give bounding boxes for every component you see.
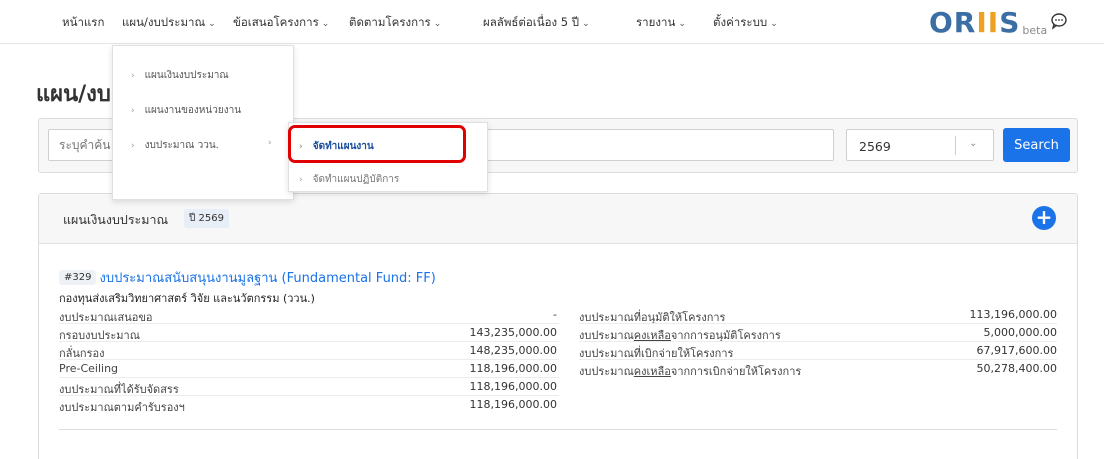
card-title: แผนเงินงบประมาณ: [63, 212, 169, 227]
logo-text-ii: II: [976, 6, 1000, 39]
dropdown-item-budget-plan[interactable]: › แผนเงินงบประมาณ: [131, 68, 229, 83]
right-row-label-text: งบประมาณ: [579, 365, 634, 378]
nav-tracking-label: ติดตามโครงการ: [349, 15, 431, 29]
dropdown-item-label: แผนงานของหน่วยงาน: [144, 105, 242, 116]
logo-text-s: S: [999, 6, 1021, 39]
budget-card: แผนเงินงบประมาณ ปี 2569 + #329 งบประมาณสน…: [38, 193, 1078, 459]
left-row-value: -: [553, 308, 557, 321]
card-bottom-divider: [59, 429, 1057, 430]
row-divider: [59, 341, 559, 342]
right-row-value: 5,000,000.00: [983, 326, 1057, 339]
row-divider: [59, 377, 559, 378]
dropdown-item-stri-budget[interactable]: › งบประมาณ ววน.: [131, 138, 219, 153]
chevron-right-icon: ›: [268, 138, 272, 148]
top-navbar: หน้าแรก แผน/งบประมาณ ⌄ ข้อเสนอโครงการ ⌄ ติ…: [0, 0, 1104, 44]
chevron-right-icon: ›: [131, 141, 135, 151]
row-divider: [579, 323, 1057, 324]
dropdown-item-label: งบประมาณ ววน.: [144, 140, 219, 151]
left-row-value: 118,196,000.00: [469, 398, 557, 411]
nav-plan-budget[interactable]: แผน/งบประมาณ ⌄: [122, 14, 216, 32]
left-row-value: 143,235,000.00: [469, 326, 557, 339]
oriis-logo[interactable]: ORIIS beta: [929, 6, 1047, 39]
row-divider: [579, 341, 1057, 342]
row-divider: [59, 323, 559, 324]
dropdown-item-unit-plan[interactable]: › แผนงานของหน่วยงาน: [131, 103, 241, 118]
chevron-down-icon: ⌄: [969, 138, 978, 149]
nav-home[interactable]: หน้าแรก: [62, 14, 104, 32]
right-row-value: 67,917,600.00: [976, 344, 1057, 357]
nav-proposal-label: ข้อเสนอโครงการ: [233, 15, 319, 29]
right-row-label-text: จากการเบิกจ่ายให้โครงการ: [670, 365, 802, 378]
fund-name-link[interactable]: งบประมาณสนับสนุนงานมูลฐาน (Fundamental F…: [99, 271, 435, 286]
left-row-value: 118,196,000.00: [469, 380, 557, 393]
chevron-down-icon: ⌄: [321, 19, 330, 29]
chevron-down-icon: ⌄: [770, 19, 778, 29]
chevron-down-icon: ⌄: [433, 19, 442, 29]
fund-id-badge: #329: [59, 270, 97, 285]
nav-settings[interactable]: ตั้งค่าระบบ ⌄: [713, 14, 778, 32]
nav-tracking[interactable]: ติดตามโครงการ ⌄: [349, 14, 441, 32]
chevron-right-icon: ›: [131, 71, 135, 81]
chevron-down-icon: ⌄: [678, 19, 686, 29]
left-row-value: 118,196,000.00: [469, 362, 557, 375]
chevron-right-icon: ›: [131, 106, 135, 116]
left-row-label: Pre-Ceiling: [59, 362, 119, 375]
logo-text-or: OR: [929, 6, 977, 39]
row-divider: [59, 395, 559, 396]
card-header: แผนเงินงบประมาณ ปี 2569 +: [39, 194, 1077, 244]
nav-plan-budget-label: แผน/งบประมาณ: [122, 15, 206, 29]
dropdown-item-label: แผนเงินงบประมาณ: [144, 70, 229, 81]
nav-settings-label: ตั้งค่าระบบ: [713, 15, 768, 29]
chevron-right-icon: ›: [299, 175, 303, 185]
right-row-label-underlined: คงเหลือ: [633, 365, 671, 378]
submenu-item-label: จัดทำแผนปฏิบัติการ: [312, 174, 400, 185]
right-row-value: 113,196,000.00: [969, 308, 1057, 321]
fund-organization: กองทุนส่งเสริมวิทยาศาสตร์ วิจัย และนวัตก…: [59, 292, 315, 305]
plus-icon[interactable]: +: [1032, 206, 1056, 230]
submenu-item-create-action-plan[interactable]: › จัดทำแผนปฏิบัติการ: [299, 172, 399, 187]
left-row-value: 148,235,000.00: [469, 344, 557, 357]
plan-budget-dropdown: › แผนเงินงบประมาณ › แผนงานของหน่วยงาน › งบป…: [112, 45, 294, 200]
nav-results[interactable]: ผลลัพธ์ต่อเนื่อง 5 ปี ⌄: [483, 14, 590, 32]
right-row-value: 50,278,400.00: [976, 362, 1057, 375]
nav-results-label: ผลลัพธ์ต่อเนื่อง 5 ปี: [483, 15, 580, 29]
nav-reports-label: รายงาน: [636, 15, 676, 29]
nav-proposal[interactable]: ข้อเสนอโครงการ ⌄: [233, 14, 329, 32]
fund-heading: #329 งบประมาณสนับสนุนงานมูลฐาน (Fundament…: [59, 267, 436, 288]
logo-beta: beta: [1022, 24, 1048, 37]
chat-bubble-icon[interactable]: [1050, 12, 1068, 30]
row-divider: [59, 359, 559, 360]
chevron-down-icon: ⌄: [208, 19, 216, 29]
nav-home-label: หน้าแรก: [62, 15, 105, 29]
page-title: แผน/งบ: [36, 82, 111, 107]
right-row-label: งบประมาณคงเหลือจากการเบิกจ่ายให้โครงการ: [579, 362, 801, 380]
select-divider: [955, 136, 956, 155]
row-divider: [579, 359, 1057, 360]
year-badge: ปี 2569: [184, 209, 229, 228]
left-row-label: งบประมาณตามคำรับรองฯ: [59, 401, 185, 414]
search-button[interactable]: Search: [1003, 128, 1070, 162]
year-select[interactable]: 2569 ⌄: [846, 129, 994, 161]
year-select-value: 2569: [859, 139, 891, 154]
nav-reports[interactable]: รายงาน ⌄: [636, 14, 686, 32]
chevron-down-icon: ⌄: [582, 19, 590, 29]
highlight-annotation: [288, 125, 466, 163]
